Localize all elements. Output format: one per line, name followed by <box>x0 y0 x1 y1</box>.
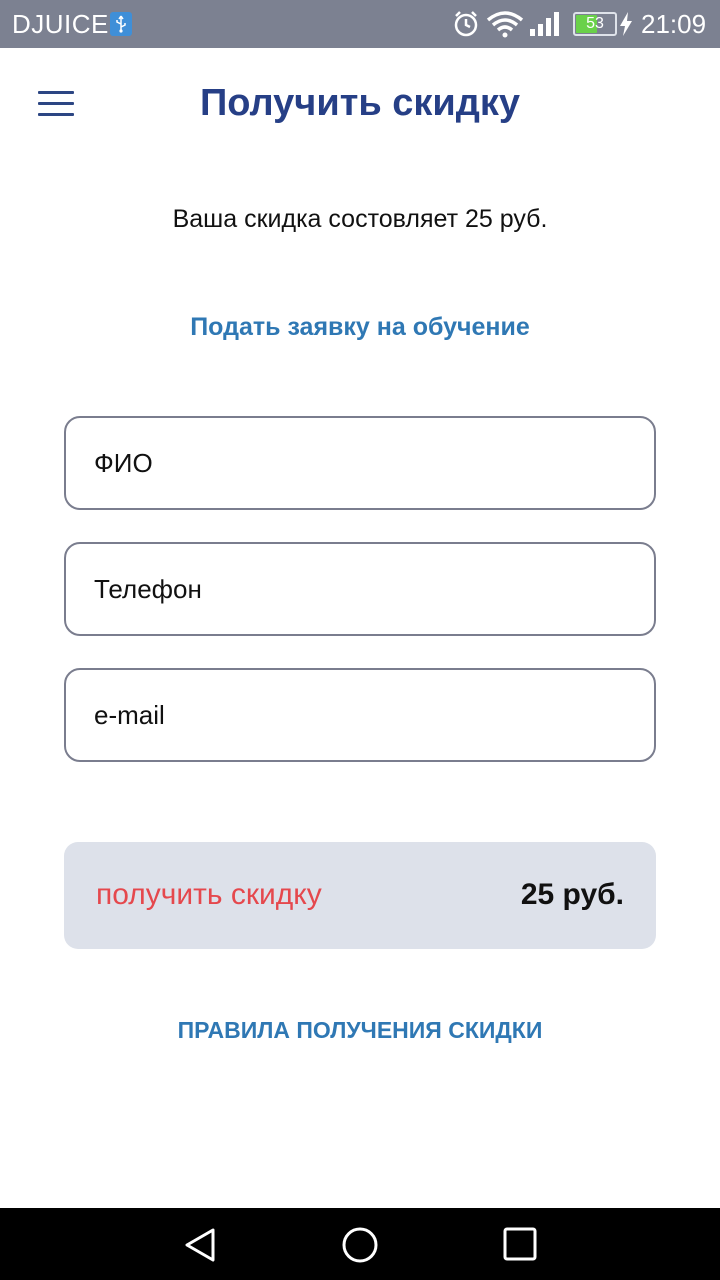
get-discount-label: получить скидку <box>96 878 322 911</box>
discount-rules-link[interactable]: ПРАВИЛА ПОЛУЧЕНИЯ СКИДКИ <box>0 1017 720 1044</box>
fio-field-container <box>64 416 656 510</box>
page-title: Получить скидку <box>199 82 521 124</box>
navigation-bar <box>0 1208 720 1280</box>
signal-icon <box>528 12 562 41</box>
discount-info: Ваша скидка состовляет 25 руб. <box>172 205 548 233</box>
phone-field[interactable] <box>66 544 654 634</box>
email-field-container <box>64 668 656 762</box>
clock: 21:09 <box>641 9 707 39</box>
charging-icon <box>619 12 633 41</box>
apply-for-training-link[interactable]: Подать заявку на обучение <box>0 313 720 342</box>
battery-icon: 53 <box>573 12 617 36</box>
fio-field[interactable] <box>66 418 654 508</box>
get-discount-button[interactable]: получить скидку 25 руб. <box>64 842 656 949</box>
recent-apps-icon[interactable] <box>502 1226 538 1267</box>
wifi-icon <box>486 10 524 43</box>
carrier-name: DJUICE <box>12 9 109 39</box>
battery-level: 53 <box>586 15 604 32</box>
home-icon[interactable] <box>341 1226 379 1269</box>
email-field[interactable] <box>66 670 654 760</box>
status-bar: DJUICE 53 21:09 <box>0 0 720 48</box>
phone-field-container <box>64 542 656 636</box>
discount-amount: 25 руб. <box>520 878 624 911</box>
usb-icon <box>110 12 132 36</box>
back-icon[interactable] <box>181 1226 219 1269</box>
alarm-icon <box>453 10 479 43</box>
